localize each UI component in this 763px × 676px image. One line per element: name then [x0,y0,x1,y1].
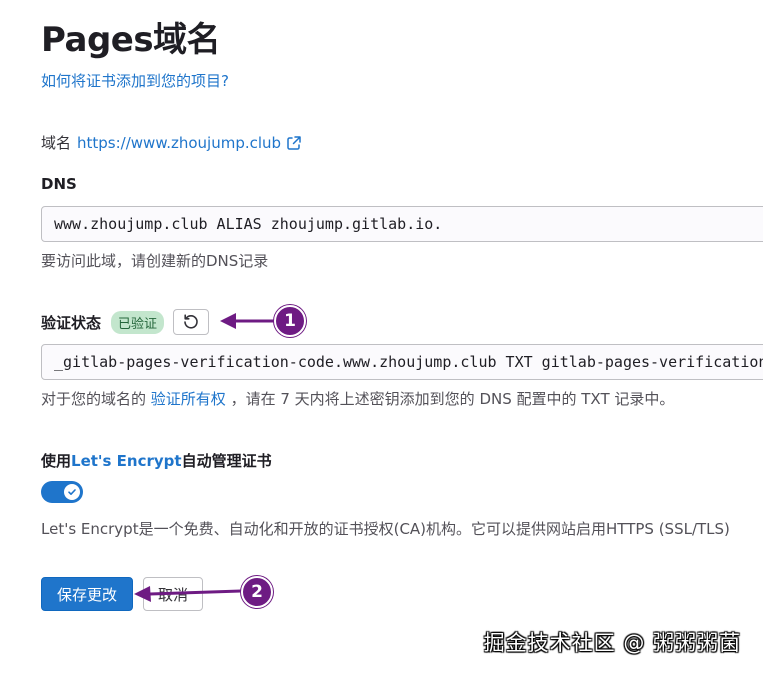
cancel-button[interactable]: 取消 [143,577,203,611]
save-changes-button[interactable]: 保存更改 [41,577,133,611]
dns-label: DNS [41,175,77,193]
letsencrypt-label-prefix: 使用 [41,452,72,470]
verification-status-label: 验证状态 [41,313,102,332]
certificate-help-link[interactable]: 如何将证书添加到您的项目? [41,70,229,91]
verification-help-prefix: 对于您的域名的 [41,390,147,408]
domain-label: 域名 [41,134,72,152]
letsencrypt-label: 使用Let's Encrypt自动管理证书 [41,450,272,471]
letsencrypt-label-suffix: 自动管理证书 [181,452,272,470]
verify-ownership-link[interactable]: 验证所有权 [151,390,226,408]
letsencrypt-help-text: Let's Encrypt是一个免费、自动化和开放的证书授权(CA)机构。它可以… [41,520,730,538]
external-link-icon[interactable] [286,135,302,151]
verification-record-field[interactable]: _gitlab-pages-verification-code.www.zhou… [41,344,763,380]
callout-arrowhead-1 [220,313,236,329]
check-icon [68,489,76,495]
watermark: 掘金技术社区 @ 粥粥粥菌 [483,631,741,655]
retry-verification-button[interactable] [173,309,210,335]
domain-url-link[interactable]: https://www.zhoujump.club [77,134,281,152]
verified-badge: 已验证 [111,310,165,334]
letsencrypt-toggle[interactable] [41,481,83,503]
dns-record-field[interactable]: www.zhoujump.club ALIAS zhoujump.gitlab.… [41,206,763,242]
verification-help-suffix: ，请在 7 天内将上述密钥添加到您的 DNS 配置中的 TXT 记录中。 [230,390,675,408]
verification-help-text: 对于您的域名的 验证所有权 ，请在 7 天内将上述密钥添加到您的 DNS 配置中… [41,388,674,409]
dns-help-text: 要访问此域，请创建新的DNS记录 [41,252,269,270]
callout-badge-1: 1 [274,305,306,337]
letsencrypt-link[interactable]: Let's Encrypt [71,452,182,470]
domain-row: 域名 https://www.zhoujump.club [41,132,302,153]
toggle-knob [64,484,80,500]
verification-status-row: 验证状态 已验证 [41,309,210,335]
callout-badge-2: 2 [241,576,273,608]
annotation-arrows [134,313,274,602]
page-title: Pages域名 [41,20,221,60]
retry-icon [184,314,198,329]
